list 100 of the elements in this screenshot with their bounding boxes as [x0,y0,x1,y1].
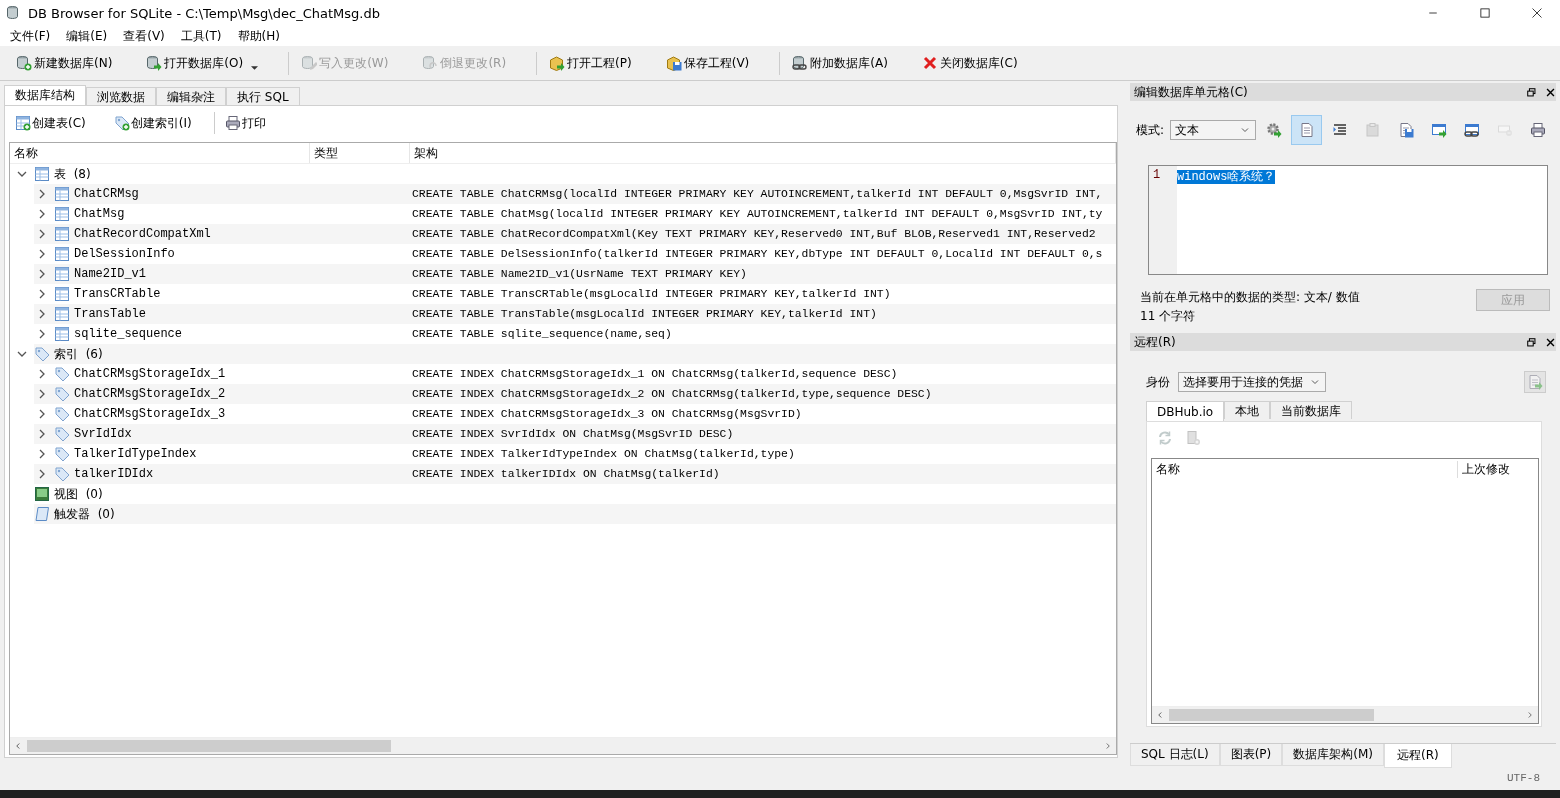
tag-icon [54,406,70,422]
toolbar-button[interactable]: 打开数据库(O) [140,51,265,75]
column-header[interactable]: 类型 [310,143,410,163]
tree-row[interactable]: ChatCRMsgStorageIdx_3 CREATE INDEX ChatCRMsgStorageIdx_3 ON ChatCRMsg(MsgSvrID) [10,404,1116,424]
view-icon [34,486,50,502]
menu-item[interactable]: 帮助(H) [229,27,288,45]
tab[interactable]: 本地 [1224,401,1271,419]
tab[interactable]: 编辑杂注 [156,87,226,105]
schema-text: CREATE INDEX ChatCRMsgStorageIdx_1 ON ChatCRMsg(talkerId,sequence DESC) [411,368,898,380]
table-icon [54,306,70,322]
tab[interactable]: 图表(P) [1219,744,1283,766]
table-icon [54,186,70,202]
menu-item[interactable]: 查看(V) [115,27,173,45]
document-icon [1298,122,1315,138]
item-name: TransTable [74,307,146,321]
close-icon [921,55,938,71]
printer-icon [224,115,241,131]
item-name: talkerIDIdx [74,467,154,481]
item-name: TransCRTable [74,287,161,301]
column-header[interactable]: 名称 [10,143,310,163]
tab[interactable]: 数据库架构(M) [1282,744,1384,766]
toolbar-button[interactable]: 附加数据库(A) [786,51,894,75]
float-icon [1526,86,1537,98]
printer-icon [1529,122,1546,138]
tag-plus-icon [113,115,130,131]
schema-text: CREATE INDEX ChatCRMsgStorageIdx_3 ON ChatCRMsg(MsgSvrID) [411,408,802,420]
schema-text: CREATE TABLE Name2ID_v1(UsrName TEXT PRIMARY KEY) [411,268,747,280]
item-name: TalkerIdTypeIndex [74,447,197,461]
table-icon [54,206,70,222]
horizontal-scrollbar[interactable] [10,737,1116,754]
identity-dropdown[interactable]: 选择要用于连接的凭据 [1178,372,1326,392]
mode-dropdown[interactable]: 文本 [1170,120,1257,140]
menu-item[interactable]: 工具(T) [172,27,230,45]
window-link-icon [1463,122,1480,138]
toolbar-button[interactable]: 保存工程(V) [659,51,756,75]
indent-icon [1331,122,1348,138]
schema-text: CREATE TABLE sqlite_sequence(name,seq) [411,328,672,340]
tag-icon [54,446,70,462]
group-label: 视图 (0) [54,485,103,503]
schema-text: CREATE TABLE TransTable(msgLocalId INTEGER PRIMARY KEY,talkerId INT) [411,308,877,320]
tree-row[interactable]: ChatMsg CREATE TABLE ChatMsg(localId INTEGER PRIMARY KEY AUTOINCREMENT,talkerId INT DEFAULT 0,MsgSvrID INT,ty [10,204,1116,224]
item-name: ChatCRMsgStorageIdx_1 [74,367,226,381]
group-label: 触发器 (0) [54,505,115,523]
close-icon [1545,86,1556,98]
toolbar-button[interactable]: 新建数据库(N) [10,51,119,75]
column-header[interactable]: 上次修改 [1458,460,1538,478]
item-name: SvrIdIdx [74,427,132,441]
cell-editor[interactable]: 1 windows啥系统？ [1148,165,1548,275]
schema-text: CREATE INDEX SvrIdIdx ON ChatMsg(MsgSvrID DESC) [411,428,734,440]
clipboard-icon [1364,122,1381,138]
schema-text: CREATE INDEX talkerIDIdx ON ChatMsg(talkerId) [411,468,720,480]
tree-row[interactable]: TransCRTable CREATE TABLE TransCRTable(msgLocalId INTEGER PRIMARY KEY,talkerId INT) [10,284,1116,304]
tab[interactable]: SQL 日志(L) [1130,744,1220,766]
document-floppy-icon [1397,122,1414,138]
tree-row[interactable]: ChatCRMsgStorageIdx_1 CREATE INDEX ChatCRMsgStorageIdx_1 ON ChatCRMsg(talkerId,sequence DESC) [10,364,1116,384]
tree-row[interactable]: sqlite_sequence CREATE TABLE sqlite_sequence(name,seq) [10,324,1116,344]
tab[interactable]: 远程(R) [1383,744,1452,768]
encoding-label: UTF-8 [1507,772,1540,784]
caret-icon [251,65,259,70]
column-header[interactable]: 名称 [1152,460,1458,478]
document-arrow-icon [1527,374,1543,390]
horizontal-scrollbar[interactable] [1152,706,1538,723]
schema-text: CREATE TABLE ChatRecordCompatXml(Key TEXT PRIMARY KEY,Reserved0 INT,Buf BLOB,Reserved1 INT,Reserved2 [411,228,1096,240]
column-header[interactable]: 架构 [410,143,1116,163]
tab[interactable]: 数据库结构 [4,85,86,105]
toolbar-button[interactable]: 打印 [218,111,272,135]
type-info: 当前在单元格中的数据的类型: 文本/ 数值 [1140,289,1361,306]
tag-icon [54,426,70,442]
toolbar-button[interactable]: 创建表(C) [9,111,92,135]
table-icon [54,266,70,282]
tree-row[interactable]: 表 (8) [10,164,1116,184]
tab[interactable]: 执行 SQL [226,87,300,105]
toolbar-button[interactable]: 创建索引(I) [107,111,198,135]
tree-row[interactable]: DelSessionInfo CREATE TABLE DelSessionInfo(talkerId INTEGER PRIMARY KEY,dbType INT DEFAULT 0,LocalId INT DEFAULT 0,s [10,244,1116,264]
maximize-icon [1479,7,1491,19]
tab[interactable]: 浏览数据 [86,87,156,105]
char-count: 11 个字符 [1140,308,1197,325]
tag-icon [54,386,70,402]
table-icon [54,226,70,242]
connect-button[interactable] [1524,371,1546,393]
panel-title: 编辑数据库单元格(C) [1134,83,1249,101]
menu-item[interactable]: 编辑(E) [58,27,116,45]
toolbar-button[interactable]: 关闭数据库(C) [915,51,1024,75]
tab[interactable]: 当前数据库 [1270,401,1353,419]
menu-item[interactable]: 文件(F) [2,27,59,45]
tag-icon [34,346,50,362]
item-name: sqlite_sequence [74,327,183,341]
tag-icon [54,466,70,482]
group-label: 表 (8) [54,165,91,183]
tree-row[interactable]: 视图 (0) [10,484,1116,504]
tree-row[interactable]: TalkerIdTypeIndex CREATE INDEX TalkerIdTypeIndex ON ChatMsg(talkerId,type) [10,444,1116,464]
refresh-icon [1157,430,1173,446]
toolbar-button[interactable]: 打开工程(P) [543,51,638,75]
tab[interactable]: DBHub.io [1146,401,1225,421]
editor-text: windows啥系统？ [1177,170,1276,184]
box-floppy-icon [665,55,682,71]
table-icon [54,326,70,342]
database-undo-icon [422,55,439,71]
panel-title: 远程(R) [1134,333,1177,351]
close-icon [1545,336,1556,348]
